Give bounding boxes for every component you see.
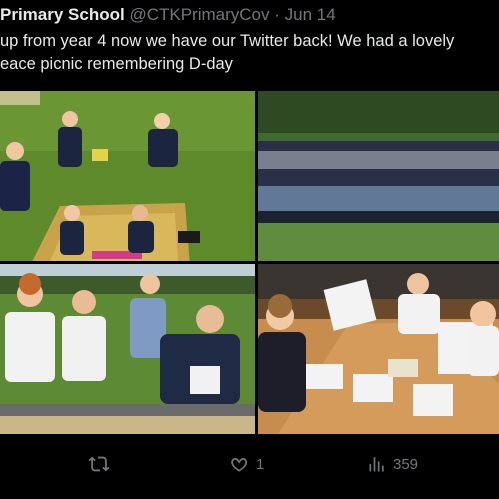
author-handle[interactable]: @CTKPrimaryCov [129,5,269,24]
tweet-text: up from year 4 now we have our Twitter b… [0,30,499,76]
header-separator: · [274,5,280,24]
views-button[interactable]: 359 [367,444,418,484]
tweet-text-line-2: eace picnic remembering D-day [0,55,233,73]
photo-picnic-blanket-pupils[interactable] [0,91,255,261]
picnic-photo-illustration [0,91,255,261]
photo-classroom-activity[interactable] [258,264,499,434]
group-photo-illustration [258,91,499,261]
table-photo-illustration [0,264,255,434]
tweet-text-line-1: up from year 4 now we have our Twitter b… [0,32,455,50]
tweet-header: Primary School @CTKPrimaryCov · Jun 14 [0,4,336,26]
media-grid [0,91,499,434]
like-button[interactable]: 1 [228,444,264,484]
views-count: 359 [393,455,419,473]
tweet-date[interactable]: Jun 14 [285,5,336,24]
tweet-actions: 1 359 [0,444,499,484]
photo-class-group-on-field[interactable] [258,91,499,261]
retweet-icon [88,456,110,472]
classroom-photo-illustration [258,264,499,434]
photo-pupils-at-picnic-table[interactable] [0,264,255,434]
like-count: 1 [256,455,265,473]
author-name[interactable]: Primary School [0,5,125,24]
retweet-button[interactable] [88,444,116,484]
heart-icon [231,458,248,472]
views-chart-icon [369,457,384,472]
